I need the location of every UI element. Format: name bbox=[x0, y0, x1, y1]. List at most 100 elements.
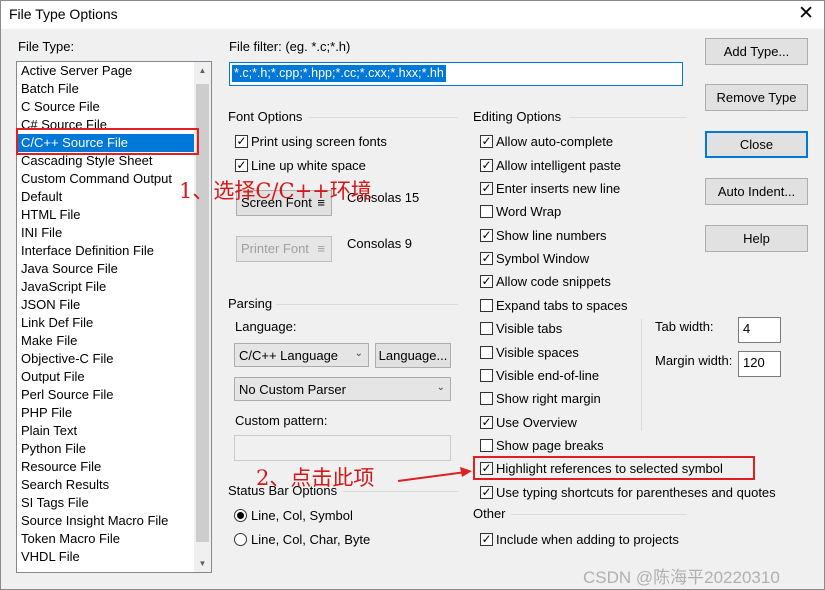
chevron-down-icon: ⌄ bbox=[436, 382, 445, 393]
file-type-list-item[interactable]: PHP File bbox=[17, 404, 195, 422]
file-type-list-item[interactable]: SI Tags File bbox=[17, 494, 195, 512]
editing-option-label: Show line numbers bbox=[496, 228, 607, 243]
editing-option-checkbox[interactable]: ✓ bbox=[480, 159, 493, 172]
editing-option-label: Visible spaces bbox=[496, 345, 579, 360]
title-bar: File Type Options ✕ bbox=[1, 1, 824, 29]
scroll-down-icon[interactable]: ▼ bbox=[194, 555, 211, 572]
editing-option-checkbox[interactable] bbox=[480, 392, 493, 405]
margin-width-input[interactable]: 120 bbox=[738, 351, 781, 377]
check-icon: ✓ bbox=[481, 274, 492, 288]
custom-pattern-input[interactable] bbox=[234, 435, 451, 461]
editing-option-checkbox[interactable] bbox=[480, 439, 493, 452]
editing-option-label: Enter inserts new line bbox=[496, 181, 621, 196]
file-type-list-item[interactable]: JavaScript File bbox=[17, 278, 195, 296]
language-select[interactable]: C/C++ Language ⌄ bbox=[234, 343, 369, 367]
printer-font-button[interactable]: Printer Font ≡ bbox=[236, 236, 332, 262]
editing-option-checkbox[interactable]: ✓ bbox=[480, 252, 493, 265]
editing-option-label: Expand tabs to spaces bbox=[496, 298, 628, 313]
file-type-list-item[interactable]: Output File bbox=[17, 368, 195, 386]
chevron-down-icon: ⌄ bbox=[354, 348, 363, 359]
editing-option-checkbox[interactable] bbox=[480, 299, 493, 312]
editing-option-checkbox[interactable]: ✓ bbox=[480, 229, 493, 242]
scroll-up-icon[interactable]: ▲ bbox=[194, 62, 211, 79]
editing-option-label: Use Overview bbox=[496, 415, 577, 430]
file-type-list-item[interactable]: Batch File bbox=[17, 80, 195, 98]
include-when-adding-label: Include when adding to projects bbox=[496, 532, 679, 547]
printer-font-value: Consolas 9 bbox=[347, 236, 413, 251]
check-icon: ✓ bbox=[481, 485, 492, 499]
print-screen-fonts-checkbox[interactable]: ✓ bbox=[235, 135, 248, 148]
status-radio-line-col-symbol[interactable] bbox=[234, 509, 247, 522]
file-type-list-item[interactable]: Interface Definition File bbox=[17, 242, 195, 260]
file-type-list-item[interactable]: VHDL File bbox=[17, 548, 195, 566]
file-type-list-item[interactable]: Link Def File bbox=[17, 314, 195, 332]
editing-option-checkbox[interactable] bbox=[480, 369, 493, 382]
file-type-label: File Type: bbox=[18, 39, 75, 54]
check-icon: ✓ bbox=[481, 134, 492, 148]
check-icon: ✓ bbox=[481, 228, 492, 242]
radio-dot bbox=[237, 512, 244, 519]
file-type-list-item[interactable]: Token Macro File bbox=[17, 530, 195, 548]
help-button[interactable]: Help bbox=[705, 225, 808, 252]
editing-option-checkbox[interactable]: ✓ bbox=[480, 416, 493, 429]
file-type-list-item[interactable]: Java Source File bbox=[17, 260, 195, 278]
check-icon: ✓ bbox=[481, 251, 492, 265]
file-type-list-item[interactable]: C Source File bbox=[17, 98, 195, 116]
file-filter-input[interactable]: *.c;*.h;*.cpp;*.hpp;*.cc;*.cxx;*.hxx;*.h… bbox=[229, 62, 683, 86]
file-type-list-item[interactable]: Plain Text bbox=[17, 422, 195, 440]
file-type-list-item[interactable]: INI File bbox=[17, 224, 195, 242]
editing-option-label: Visible tabs bbox=[496, 321, 563, 336]
editing-option-checkbox[interactable]: ✓ bbox=[480, 486, 493, 499]
file-type-list-item[interactable]: Resource File bbox=[17, 458, 195, 476]
arrow-head bbox=[460, 467, 472, 477]
print-screen-fonts-label: Print using screen fonts bbox=[251, 134, 387, 149]
line-up-white-space-label: Line up white space bbox=[251, 158, 366, 173]
auto-indent-button[interactable]: Auto Indent... bbox=[705, 178, 808, 205]
custom-parser-select[interactable]: No Custom Parser ⌄ bbox=[234, 377, 451, 401]
editing-option-checkbox[interactable]: ✓ bbox=[480, 135, 493, 148]
check-icon: ✓ bbox=[481, 181, 492, 195]
file-type-list-item[interactable]: HTML File bbox=[17, 206, 195, 224]
file-type-list-item[interactable]: Custom Command Output bbox=[17, 170, 195, 188]
margin-width-label: Margin width: bbox=[655, 353, 733, 368]
editing-option-checkbox[interactable]: ✓ bbox=[480, 275, 493, 288]
other-heading: Other bbox=[473, 506, 506, 521]
editing-option-label: Allow auto-complete bbox=[496, 134, 614, 149]
file-type-list-item[interactable]: JSON File bbox=[17, 296, 195, 314]
editing-option-label: Allow code snippets bbox=[496, 274, 611, 289]
file-type-list-item[interactable]: Make File bbox=[17, 332, 195, 350]
editing-options-divider bbox=[569, 117, 687, 118]
file-type-list-item[interactable]: Default bbox=[17, 188, 195, 206]
check-icon: ✓ bbox=[481, 415, 492, 429]
arrow-icon bbox=[397, 467, 472, 482]
editing-option-checkbox[interactable] bbox=[480, 205, 493, 218]
file-type-list-item[interactable]: Perl Source File bbox=[17, 386, 195, 404]
file-type-list-item[interactable]: Python File bbox=[17, 440, 195, 458]
add-type-button[interactable]: Add Type... bbox=[705, 38, 808, 65]
language-button[interactable]: Language... bbox=[375, 343, 451, 368]
custom-parser-value: No Custom Parser bbox=[239, 382, 346, 397]
status-radio-line-col-char-byte[interactable] bbox=[234, 533, 247, 546]
check-icon: ✓ bbox=[481, 158, 492, 172]
file-type-list-item[interactable]: Active Server Page bbox=[17, 62, 195, 80]
file-type-list-item[interactable]: Objective-C File bbox=[17, 350, 195, 368]
window-title: File Type Options bbox=[9, 6, 118, 22]
line-up-white-space-checkbox[interactable]: ✓ bbox=[235, 159, 248, 172]
file-type-list-item[interactable]: Search Results bbox=[17, 476, 195, 494]
file-type-list-item[interactable]: Source Insight Macro File bbox=[17, 512, 195, 530]
editing-option-checkbox[interactable] bbox=[480, 322, 493, 335]
close-icon[interactable]: ✕ bbox=[798, 3, 814, 25]
remove-type-button[interactable]: Remove Type bbox=[705, 84, 808, 111]
close-button[interactable]: Close bbox=[705, 131, 808, 158]
editing-options-heading: Editing Options bbox=[473, 109, 562, 124]
font-options-heading: Font Options bbox=[228, 109, 303, 124]
editing-option-label: Symbol Window bbox=[496, 251, 590, 266]
font-options-divider bbox=[308, 117, 458, 118]
file-type-options-dialog: File Type Options ✕ File Type: Active Se… bbox=[0, 0, 825, 590]
editing-option-checkbox[interactable] bbox=[480, 346, 493, 359]
annotation-step-2: 2、点击此项 bbox=[256, 466, 375, 490]
include-when-adding-checkbox[interactable]: ✓ bbox=[480, 533, 493, 546]
tab-width-input[interactable]: 4 bbox=[738, 317, 781, 343]
printer-font-button-label: Printer Font bbox=[241, 241, 309, 256]
editing-option-checkbox[interactable]: ✓ bbox=[480, 182, 493, 195]
